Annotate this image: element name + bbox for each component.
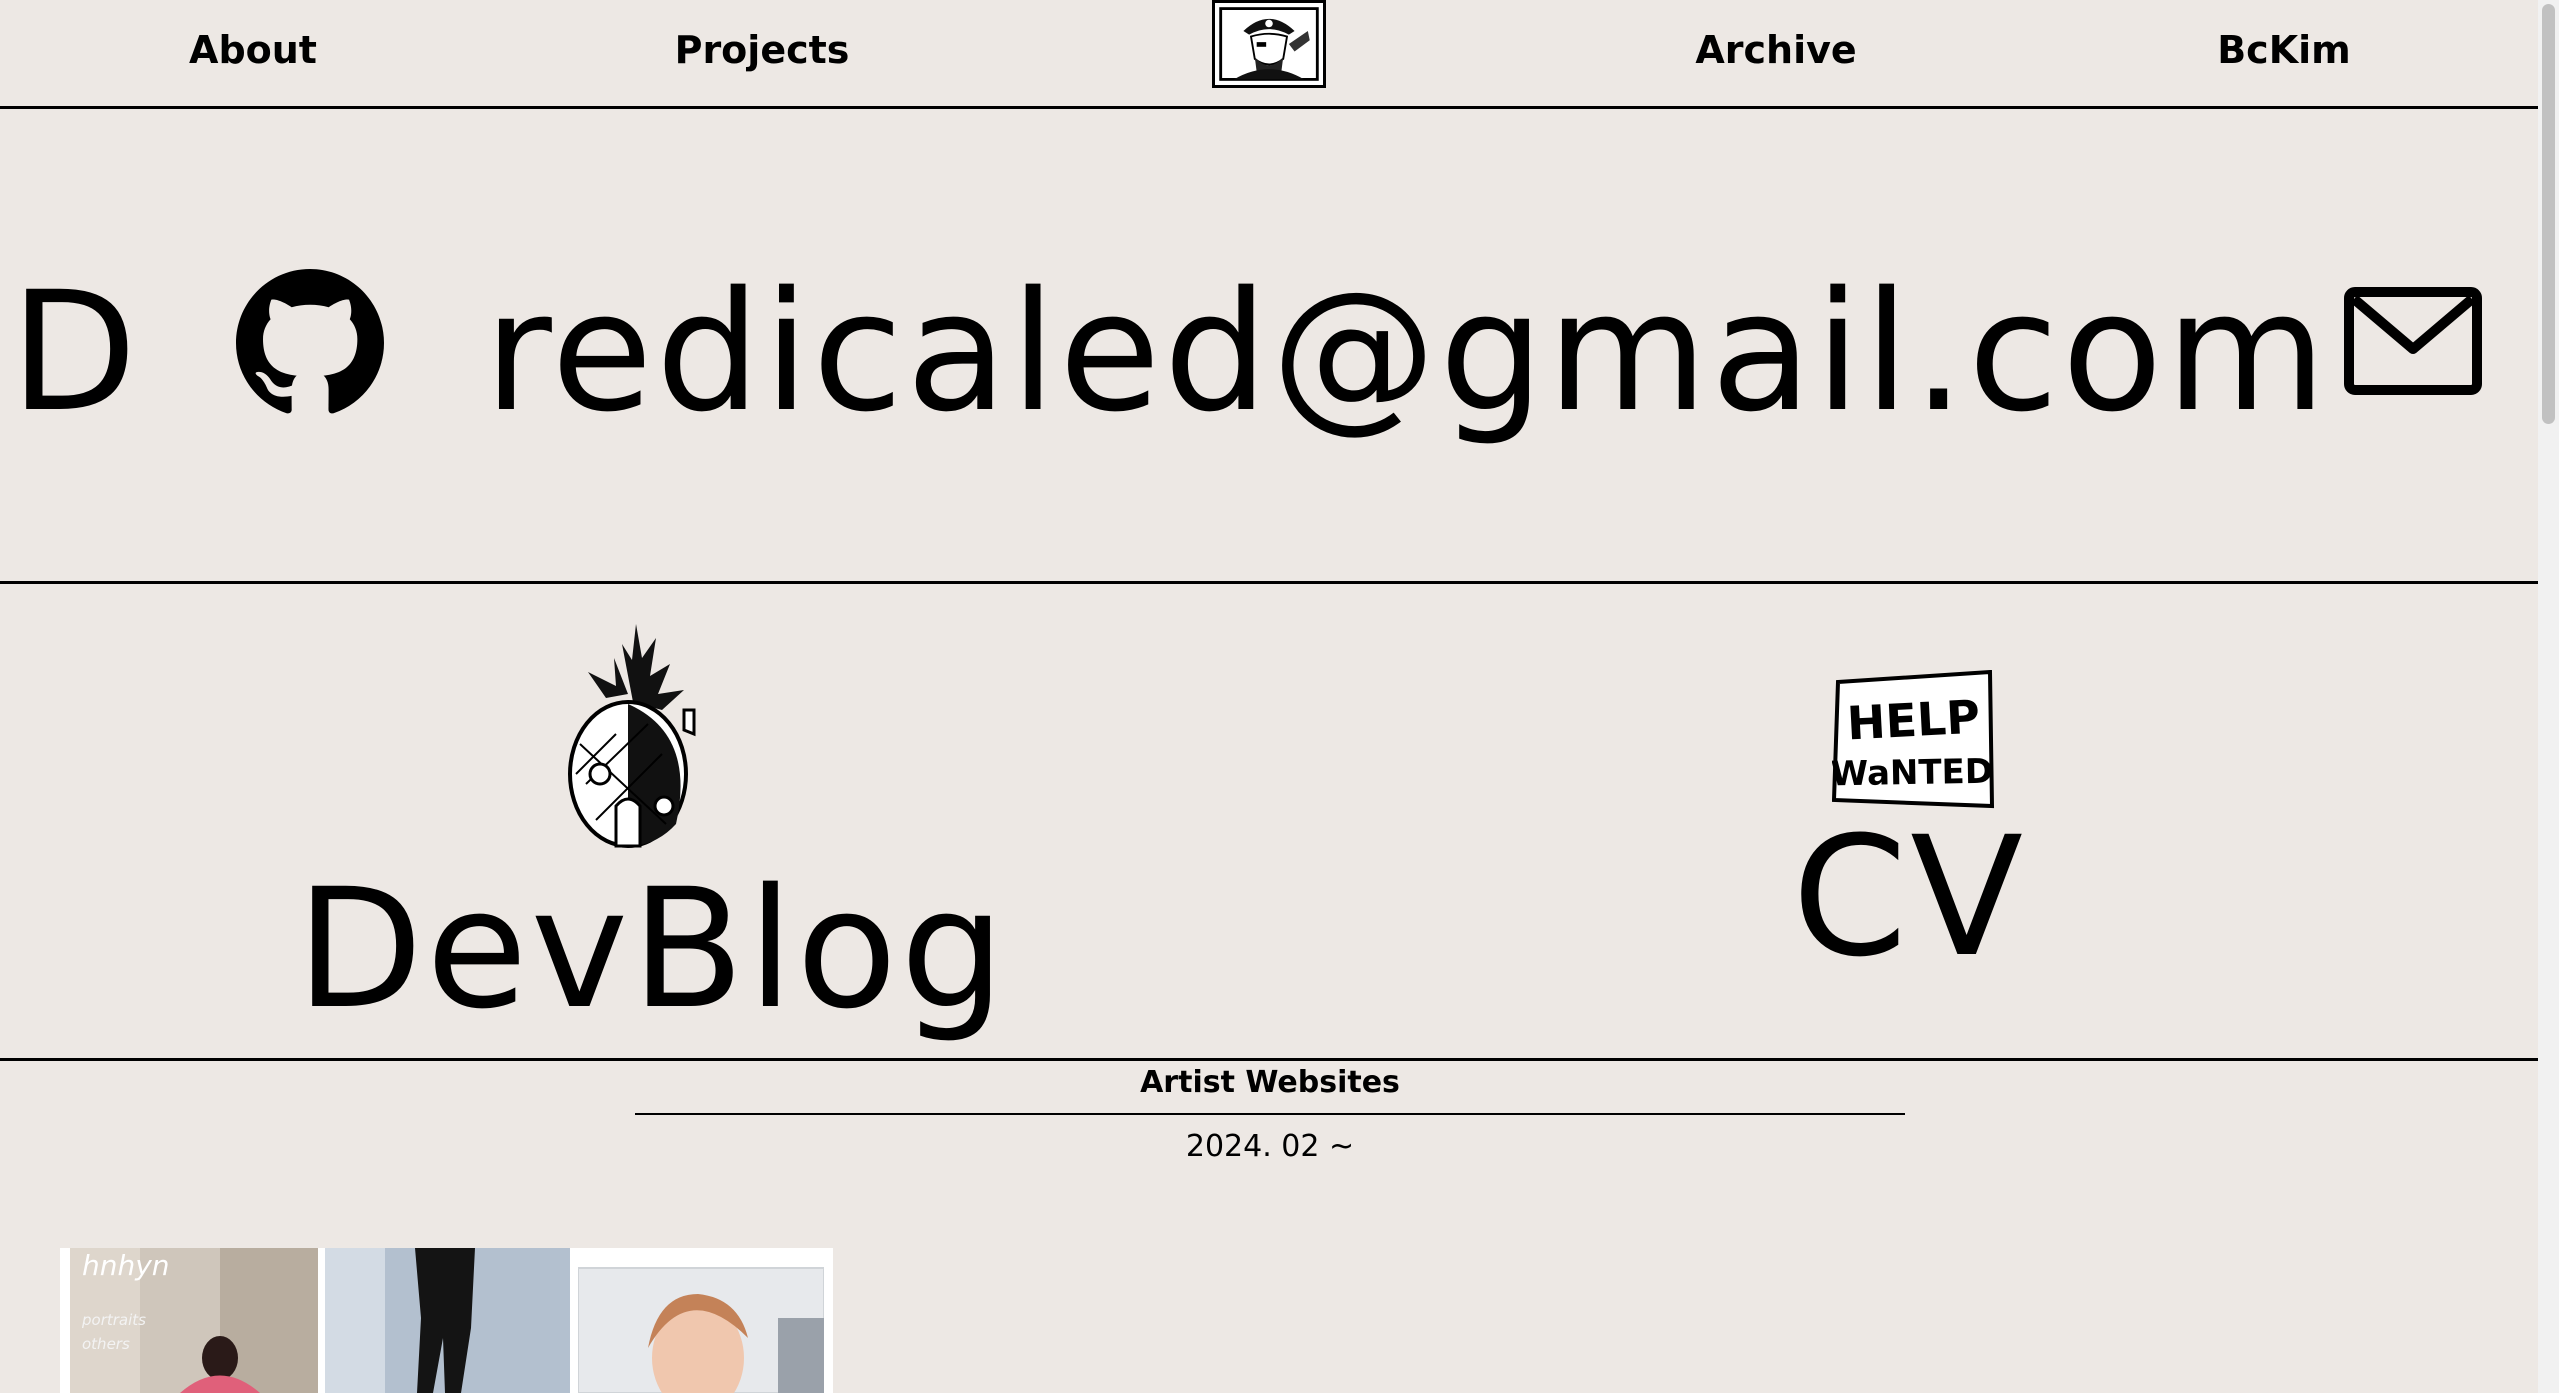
marquee-fragment: D (10, 256, 141, 448)
nav-bckim-link[interactable]: BcKim (2217, 28, 2351, 72)
email-link[interactable]: redicaled@gmail.com (484, 257, 2329, 447)
github-icon[interactable] (236, 269, 384, 417)
preview-menu-item: others (82, 1335, 130, 1353)
preview-thumb-3 (578, 1248, 824, 1393)
section-title: Artist Websites (1140, 1065, 1400, 1100)
preview-thumb-2 (325, 1248, 570, 1393)
page: About Projects Archive BcKim D redicaled… (0, 0, 2538, 1393)
vertical-scrollbar[interactable] (2538, 0, 2559, 1393)
help-sign-line2: WaNTED (1832, 752, 1993, 795)
help-wanted-sign-icon: HELP WaNTED (1832, 670, 1995, 809)
pirate-portrait-icon[interactable] (1212, 0, 1326, 88)
cv-label: CV (1792, 801, 2027, 993)
preview-thumb-1: hnhyn portraits others (70, 1248, 318, 1393)
artist-website-preview[interactable]: hnhyn portraits others (60, 1248, 833, 1393)
section-divider (635, 1113, 1905, 1115)
links-row: DevBlog HELP WaNTED CV (0, 584, 2538, 1061)
preview-menu-item: portraits (82, 1311, 146, 1329)
help-sign-line1: HELP (1846, 690, 1982, 751)
mail-icon[interactable] (2344, 287, 2482, 395)
pineapple-house-icon (568, 624, 696, 848)
contact-marquee: D redicaled@gmail.com (0, 109, 2538, 584)
section-date: 2024. 02 ~ (1185, 1129, 1355, 1164)
scrollbar-thumb[interactable] (2542, 4, 2555, 424)
cv-link[interactable]: HELP WaNTED CV (1269, 584, 2538, 1058)
top-nav: About Projects Archive BcKim (0, 0, 2538, 109)
devblog-label: DevBlog (296, 853, 1008, 1045)
preview-caption: hnhyn (82, 1249, 170, 1282)
nav-about-link[interactable]: About (189, 28, 317, 72)
nav-projects-link[interactable]: Projects (675, 28, 850, 72)
nav-archive-link[interactable]: Archive (1695, 28, 1856, 72)
devblog-link[interactable]: DevBlog (0, 584, 1269, 1058)
